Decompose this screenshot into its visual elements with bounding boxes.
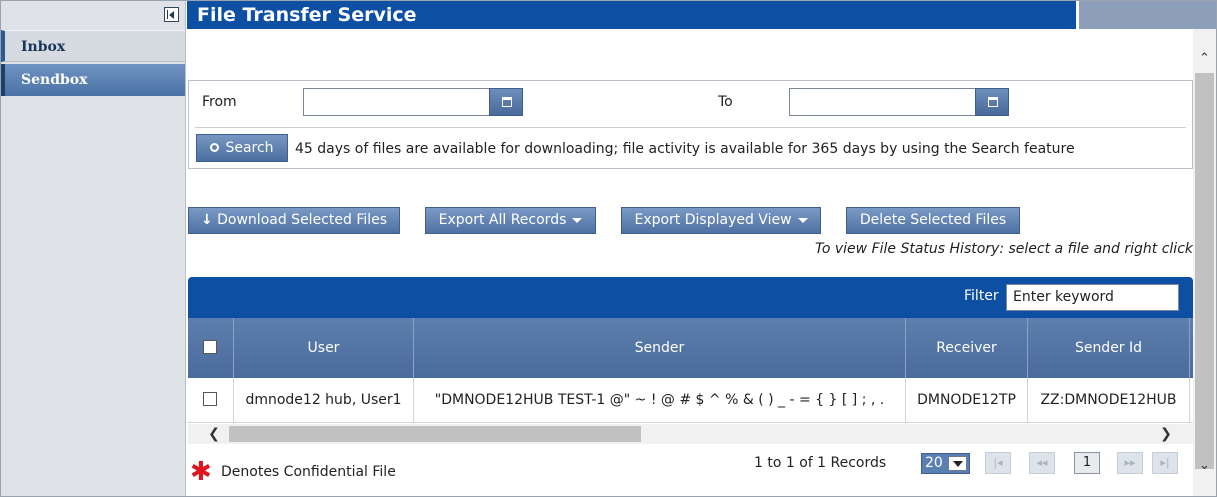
header-right-panel (1079, 1, 1216, 29)
scroll-right-icon[interactable]: ❯ (1158, 426, 1174, 442)
to-calendar-button[interactable] (975, 88, 1009, 116)
export-all-label: Export All Records (438, 212, 567, 228)
sidebar: Inbox Sendbox (1, 1, 186, 496)
export-all-button[interactable]: Export All Records (425, 207, 596, 234)
to-date-input[interactable] (789, 88, 976, 116)
from-calendar-button[interactable] (489, 88, 523, 116)
row-checkbox[interactable] (203, 392, 217, 406)
column-header-receiver[interactable]: Receiver (906, 318, 1028, 378)
horizontal-scroll-thumb[interactable] (229, 426, 641, 442)
cell-sender-id[interactable]: ZZ:DMNODE12HUB (1028, 378, 1190, 423)
search-button[interactable]: Search (196, 134, 288, 162)
sidebar-item-inbox[interactable]: Inbox (1, 30, 185, 62)
scroll-down-icon[interactable]: ⌄ (1197, 458, 1212, 473)
select-all-checkbox[interactable] (203, 340, 217, 354)
current-page[interactable]: 1 (1074, 452, 1100, 474)
column-header-sender[interactable]: Sender (414, 318, 906, 378)
record-count: 1 to 1 of 1 Records (754, 455, 887, 471)
from-date-input[interactable] (303, 88, 490, 116)
cell-sender[interactable]: "DMNODE12HUB TEST-1 @" ~ ! @ # $ ^ % & (… (414, 378, 906, 423)
page-title: File Transfer Service (187, 1, 1076, 29)
next-page-icon[interactable]: ▸▸ (1117, 452, 1143, 474)
select-all-header (188, 318, 234, 378)
to-label: To (718, 94, 733, 110)
sidebar-top (1, 1, 185, 30)
column-header-sender-id[interactable]: Sender Id (1028, 318, 1190, 378)
first-page-icon[interactable]: |◂ (985, 452, 1011, 474)
row-select-cell (188, 378, 234, 423)
scroll-left-icon[interactable]: ❮ (206, 426, 222, 442)
export-view-button[interactable]: Export Displayed View (621, 207, 821, 234)
download-selected-button[interactable]: ↓ Download Selected Files (188, 207, 400, 234)
grid-toolbar: Filter Enter keyword (188, 277, 1193, 318)
confidential-legend: Denotes Confidential File (221, 464, 396, 480)
download-selected-label: Download Selected Files (217, 212, 388, 228)
divider (195, 127, 1186, 128)
filter-label: Filter (964, 288, 999, 304)
column-header-user[interactable]: User (234, 318, 414, 378)
cell-user[interactable]: dmnode12 hub, User1 (234, 378, 414, 423)
search-panel: From To Search 45 days of files are avai… (188, 80, 1193, 169)
prev-page-icon[interactable]: ◂◂ (1029, 452, 1055, 474)
last-page-icon[interactable]: ▸| (1152, 452, 1178, 474)
search-button-label: Search (225, 140, 274, 156)
export-view-label: Export Displayed View (634, 212, 792, 228)
chevron-down-icon (572, 217, 583, 223)
vertical-scrollbar[interactable]: ⌃ ⌄ (1193, 29, 1216, 496)
chevron-down-icon (797, 217, 808, 223)
calendar-icon (502, 97, 512, 107)
from-label: From (202, 94, 237, 110)
page-size-value: 20 (925, 455, 943, 471)
scroll-up-icon[interactable]: ⌃ (1197, 51, 1212, 66)
cell-receiver[interactable]: DMNODE12TP (906, 378, 1028, 423)
horizontal-scrollbar[interactable]: ❮ ❯ (188, 424, 1193, 444)
retention-note: 45 days of files are available for downl… (295, 141, 1075, 157)
filter-input[interactable]: Enter keyword (1006, 284, 1179, 311)
sidebar-item-sendbox[interactable]: Sendbox (1, 64, 185, 96)
search-icon (210, 143, 220, 152)
calendar-icon (988, 97, 998, 107)
confidential-star-icon: ✱ (190, 457, 212, 487)
down-arrow-icon: ↓ (200, 212, 213, 228)
chevron-down-icon (948, 456, 967, 471)
page-size-select[interactable]: 20 (921, 453, 970, 474)
collapse-left-icon[interactable] (164, 7, 179, 22)
vertical-scroll-thumb[interactable] (1195, 73, 1214, 469)
delete-selected-button[interactable]: Delete Selected Files (846, 207, 1020, 234)
status-history-hint: To view File Status History: select a fi… (815, 241, 1193, 257)
